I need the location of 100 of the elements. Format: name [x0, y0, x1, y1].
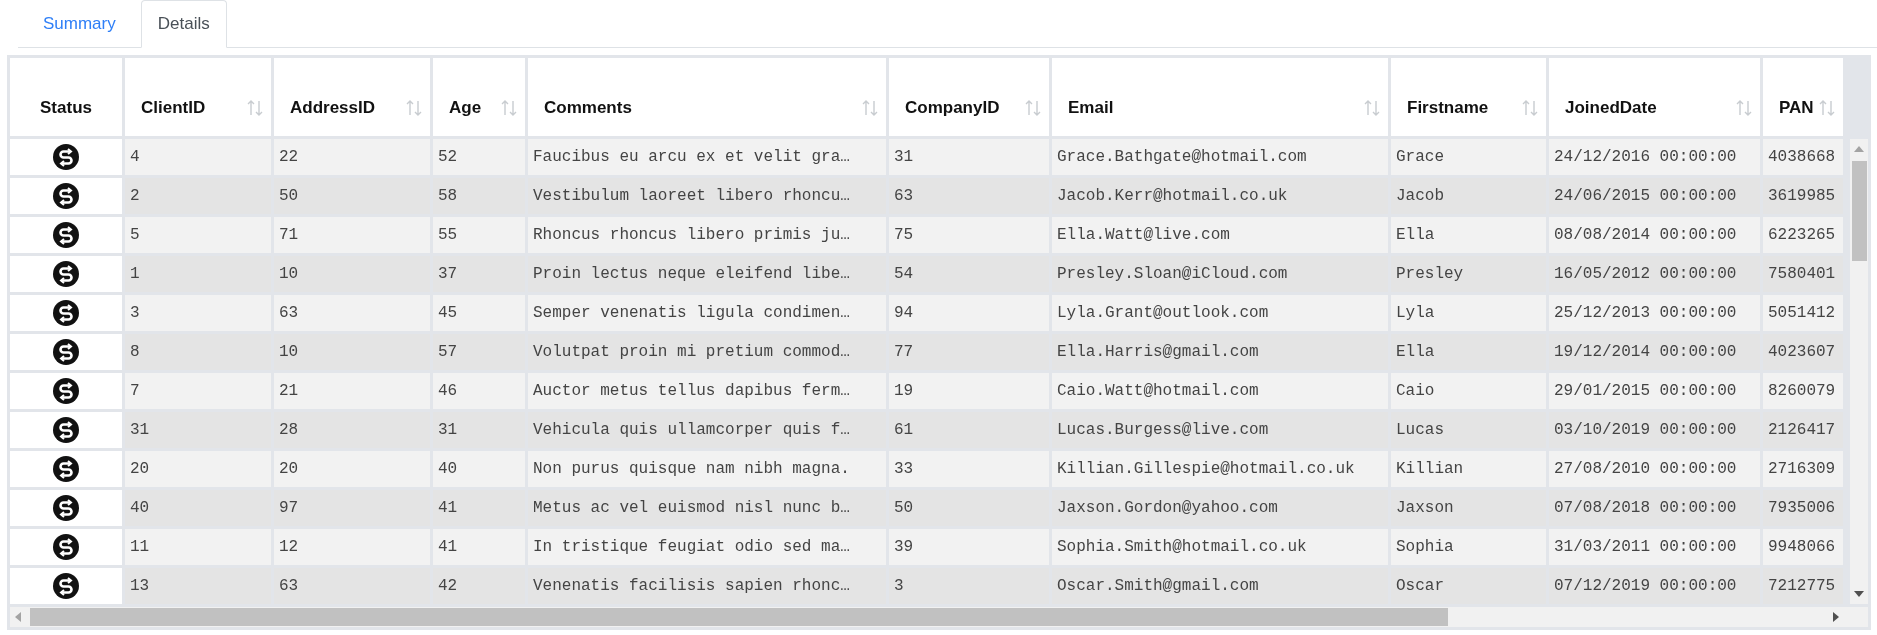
table-cell: Oscar.Smith@gmail.com	[1052, 568, 1388, 604]
scroll-right-icon[interactable]	[1832, 612, 1840, 622]
table-cell: 9948066	[1763, 529, 1843, 565]
table-cell: 8260079	[1763, 373, 1843, 409]
table-cell: Non purus quisque nam nibh magna.	[528, 451, 886, 487]
table-cell: 19/12/2014 00:00:00	[1549, 334, 1760, 370]
sort-icon[interactable]	[1364, 99, 1380, 117]
table-cell: 55	[433, 217, 525, 253]
sort-icon[interactable]	[1736, 99, 1752, 117]
table-cell: Ella.Harris@gmail.com	[1052, 334, 1388, 370]
table-cell: 7580401	[1763, 256, 1843, 292]
sort-icon[interactable]	[862, 99, 878, 117]
table-cell: Faucibus eu arcu ex et velit gra…	[528, 139, 886, 175]
column-header[interactable]: Status	[10, 58, 122, 136]
table-cell: 2	[125, 178, 271, 214]
table-cell: 3	[889, 568, 1049, 604]
scroll-down-icon[interactable]	[1854, 590, 1864, 598]
table-cell: 13	[125, 568, 271, 604]
table-cell: 2716309	[1763, 451, 1843, 487]
table-cell: 7	[125, 373, 271, 409]
sort-icon[interactable]	[406, 99, 422, 117]
table-cell: Lucas.Burgess@live.com	[1052, 412, 1388, 448]
table-cell: Presley.Sloan@iCloud.com	[1052, 256, 1388, 292]
table-cell: Jacob.Kerr@hotmail.co.uk	[1052, 178, 1388, 214]
table-cell: 19	[889, 373, 1049, 409]
table-cell: 57	[433, 334, 525, 370]
column-label: JoinedDate	[1565, 97, 1657, 120]
table-cell: Auctor metus tellus dapibus ferm…	[528, 373, 886, 409]
table-cell: 10	[274, 334, 430, 370]
table-cell: 7935006	[1763, 490, 1843, 526]
table-cell: 39	[889, 529, 1049, 565]
status-icon	[53, 456, 79, 482]
table-cell: 31	[433, 412, 525, 448]
table-cell: 45	[433, 295, 525, 331]
table-cell: 03/10/2019 00:00:00	[1549, 412, 1760, 448]
column-header[interactable]: ClientID	[125, 58, 271, 136]
scrollbar-thumb[interactable]	[1851, 161, 1867, 261]
table-cell: Vehicula quis ullamcorper quis f…	[528, 412, 886, 448]
column-header[interactable]: Age	[433, 58, 525, 136]
table-cell: 41	[433, 490, 525, 526]
sort-icon[interactable]	[1819, 99, 1835, 117]
scroll-left-icon[interactable]	[14, 612, 22, 622]
table-cell: 58	[433, 178, 525, 214]
column-label: Email	[1068, 97, 1114, 120]
column-header[interactable]: Comments	[528, 58, 886, 136]
table-cell: 54	[889, 256, 1049, 292]
table-cell: 20	[125, 451, 271, 487]
column-header[interactable]: JoinedDate	[1549, 58, 1760, 136]
table-cell: Volutpat proin mi pretium commod…	[528, 334, 886, 370]
column-label: Age	[449, 97, 482, 120]
table-cell: 40	[433, 451, 525, 487]
sort-icon[interactable]	[1522, 99, 1538, 117]
table-cell: Metus ac vel euismod nisl nunc b…	[528, 490, 886, 526]
tab[interactable]: Summary	[18, 0, 141, 47]
scroll-up-icon[interactable]	[1854, 145, 1864, 153]
table-cell: 63	[274, 295, 430, 331]
table-cell: 63	[274, 568, 430, 604]
column-label: AddressID	[290, 97, 376, 120]
sort-icon[interactable]	[247, 99, 263, 117]
vertical-scrollbar[interactable]	[1850, 139, 1868, 604]
table-cell: Sophia.Smith@hotmail.co.uk	[1052, 529, 1388, 565]
table-cell: 50	[274, 178, 430, 214]
sort-icon[interactable]	[1025, 99, 1041, 117]
table-cell: 41	[433, 529, 525, 565]
table-cell: 37	[433, 256, 525, 292]
scrollbar-thumb[interactable]	[30, 608, 1448, 626]
column-label: Comments	[544, 97, 632, 120]
table-cell: 10	[274, 256, 430, 292]
table-cell: Lyla	[1391, 295, 1546, 331]
table-cell: Grace.Bathgate@hotmail.com	[1052, 139, 1388, 175]
table-cell: Proin lectus neque eleifend libe…	[528, 256, 886, 292]
table-cell: 24/12/2016 00:00:00	[1549, 139, 1760, 175]
status-icon	[53, 300, 79, 326]
column-header[interactable]: Email	[1052, 58, 1388, 136]
table-cell: Killian.Gillespie@hotmail.co.uk	[1052, 451, 1388, 487]
status-icon	[53, 378, 79, 404]
column-header[interactable]: CompanyID	[889, 58, 1049, 136]
table-cell: 31/03/2011 00:00:00	[1549, 529, 1760, 565]
table-cell: Lucas	[1391, 412, 1546, 448]
table-cell: 1	[125, 256, 271, 292]
column-header[interactable]: PAN	[1763, 58, 1843, 136]
table-cell: 46	[433, 373, 525, 409]
table-cell: Ella	[1391, 334, 1546, 370]
sort-icon[interactable]	[501, 99, 517, 117]
table-cell: Rhoncus rhoncus libero primis ju…	[528, 217, 886, 253]
tab[interactable]: Details	[140, 0, 227, 48]
horizontal-scrollbar[interactable]	[10, 607, 1868, 627]
column-header[interactable]: AddressID	[274, 58, 430, 136]
table-cell: Ella.Watt@live.com	[1052, 217, 1388, 253]
table-cell: 75	[889, 217, 1049, 253]
table-cell: 25/12/2013 00:00:00	[1549, 295, 1760, 331]
table-cell: 97	[274, 490, 430, 526]
column-header[interactable]: Firstname	[1391, 58, 1546, 136]
table-cell: Caio	[1391, 373, 1546, 409]
status-icon	[53, 339, 79, 365]
table-cell: 22	[274, 139, 430, 175]
table-cell: Jaxson.Gordon@yahoo.com	[1052, 490, 1388, 526]
table-cell: 63	[889, 178, 1049, 214]
table-cell: 20	[274, 451, 430, 487]
table-cell: Jacob	[1391, 178, 1546, 214]
